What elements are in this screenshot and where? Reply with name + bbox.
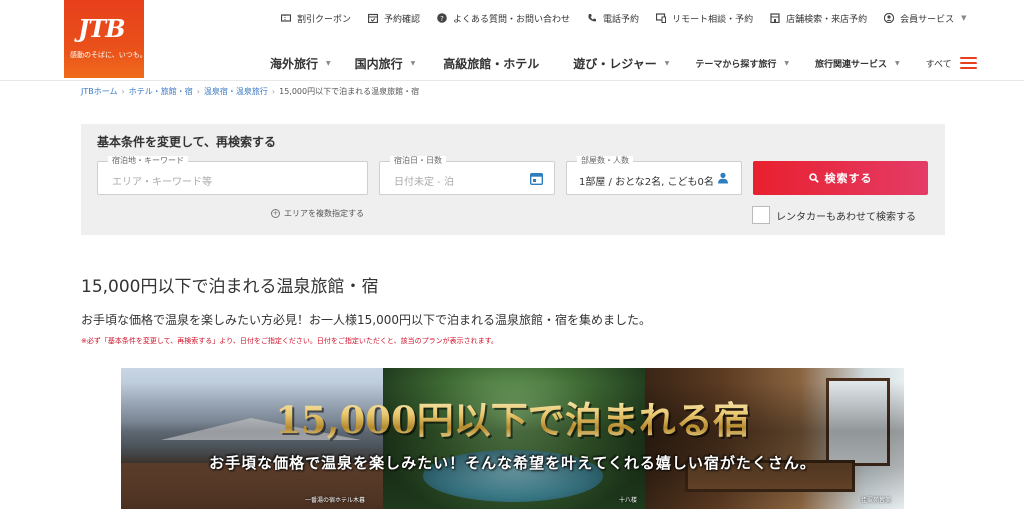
rental-car-label: レンタカーもあわせて検索する: [776, 211, 916, 223]
rooms-guests-value: 1部屋 / おとな2名, こども0名: [579, 177, 714, 188]
util-remote[interactable]: リモート相談・予約: [656, 12, 753, 25]
search-panel: 基本条件を変更して、再検索する 宿泊地・キーワード エリア・キーワード等 宿泊日…: [81, 124, 945, 235]
util-faq-label: よくある質問・お問い合わせ: [453, 14, 571, 25]
banner-caption-left: 一番湯の宿ホテル木暮: [305, 497, 366, 504]
question-icon: ?: [437, 13, 447, 23]
util-faq[interactable]: ? よくある質問・お問い合わせ: [437, 12, 570, 25]
nav-theme-label: テーマから探す旅行: [695, 59, 777, 70]
nav-all-label: すべて: [925, 59, 952, 70]
coupon-icon: [281, 13, 291, 23]
rental-car-option[interactable]: レンタカーもあわせて検索する: [752, 206, 916, 224]
multi-area-link[interactable]: + エリアを複数指定する: [271, 208, 364, 219]
area-keyword-placeholder: エリア・キーワード等: [112, 177, 212, 188]
date-notice: ※必ず「基本条件を変更して、再検索する」より、日付をご指定ください。日付をご指定…: [81, 337, 498, 345]
nav-domestic[interactable]: 国内旅行 ▼: [355, 55, 416, 72]
nav-theme[interactable]: テーマから探す旅行 ▼: [695, 57, 789, 70]
nav-domestic-label: 国内旅行: [354, 56, 403, 71]
logo-mark: JTB: [78, 14, 125, 43]
nav-overseas[interactable]: 海外旅行 ▼: [270, 55, 331, 72]
breadcrumb-hotels[interactable]: ホテル・旅館・宿: [129, 87, 193, 96]
utility-nav: 割引クーポン 予約確認 ? よくある質問・お問い合わせ 電話予約 リモート相談・…: [281, 11, 984, 25]
util-phone[interactable]: 電話予約: [587, 12, 639, 25]
calendar-check-icon: [368, 13, 379, 23]
nav-luxury-label: 高級旅館・ホテル: [443, 56, 540, 71]
jtb-logo[interactable]: JTB 感動のそばに、いつも。: [64, 0, 147, 78]
search-icon: [808, 173, 819, 183]
rental-car-checkbox[interactable]: [752, 206, 770, 224]
nav-all[interactable]: すべて: [926, 57, 977, 70]
util-remote-label: リモート相談・予約: [672, 14, 754, 25]
nav-services[interactable]: 旅行関連サービス ▼: [815, 57, 900, 70]
nav-luxury[interactable]: 高級旅館・ホテル: [443, 55, 539, 72]
nav-overseas-label: 海外旅行: [270, 56, 319, 71]
search-panel-title: 基本条件を変更して、再検索する: [97, 135, 277, 149]
phone-icon: [587, 13, 597, 23]
calendar-icon: [529, 171, 543, 185]
breadcrumb-separator: ›: [121, 87, 125, 96]
chevron-down-icon: ▼: [410, 59, 416, 67]
breadcrumb-current: 15,000円以下で泊まれる温泉旅館・宿: [279, 87, 420, 96]
page-title: 15,000円以下で泊まれる温泉旅館・宿: [81, 277, 379, 297]
banner-caption-center: 十八楼: [619, 497, 638, 504]
rooms-guests-field[interactable]: 部屋数・人数 1部屋 / おとな2名, こども0名: [566, 156, 742, 195]
breadcrumb-separator: ›: [271, 87, 276, 96]
util-booking-check-label: 予約確認: [384, 14, 421, 25]
util-coupon-label: 割引クーポン: [297, 14, 352, 25]
date-label: 宿泊日・日数: [390, 156, 446, 166]
breadcrumb-home[interactable]: JTBホーム: [81, 87, 118, 96]
multi-area-label: エリアを複数指定する: [284, 209, 364, 218]
chevron-down-icon: ▼: [664, 59, 670, 67]
util-store[interactable]: 店舗検索・来店予約: [770, 12, 867, 25]
promo-banner[interactable]: 15,000円以下で泊まれる宿 15,000円以下で泊まれる宿 お手頃な価格で温…: [121, 368, 904, 509]
banner-caption-right: 佳翠苑皆美: [861, 497, 892, 504]
chevron-down-icon: ▼: [326, 59, 331, 67]
breadcrumb-onsen[interactable]: 温泉宿・温泉旅行: [204, 87, 268, 96]
util-member-label: 会員サービス: [900, 14, 955, 25]
nav-leisure-label: 遊び・レジャー: [573, 56, 657, 71]
chevron-down-icon: ▼: [961, 14, 967, 22]
date-placeholder: 日付未定 - 泊: [394, 177, 454, 188]
store-icon: [770, 13, 780, 23]
breadcrumb: JTBホーム › ホテル・旅館・宿 › 温泉宿・温泉旅行 › 15,000円以下で泊まれる温…: [81, 86, 419, 97]
util-member[interactable]: 会員サービス ▼: [884, 12, 967, 25]
user-icon: [884, 13, 895, 23]
svg-text:?: ?: [440, 15, 444, 23]
date-field[interactable]: 宿泊日・日数 日付未定 - 泊: [379, 156, 555, 195]
area-keyword-field[interactable]: 宿泊地・キーワード エリア・キーワード等: [97, 156, 368, 195]
header-divider: [0, 80, 1024, 81]
hamburger-menu-icon: [959, 57, 977, 69]
util-booking-check[interactable]: 予約確認: [368, 12, 420, 25]
main-nav: 海外旅行 ▼ 国内旅行 ▼ 高級旅館・ホテル 遊び・レジャー ▼ テーマから探す…: [270, 55, 977, 71]
person-icon: [716, 171, 730, 185]
chevron-down-icon: ▼: [894, 59, 900, 67]
breadcrumb-separator: ›: [196, 87, 200, 96]
util-store-label: 店舗検索・来店予約: [786, 14, 868, 25]
util-coupon[interactable]: 割引クーポン: [281, 12, 351, 25]
chevron-down-icon: ▼: [784, 59, 789, 67]
page-description: お手頃な価格で温泉を楽しみたい方必見！お一人様15,000円以下で泊まれる温泉旅…: [81, 313, 651, 327]
rooms-guests-label: 部屋数・人数: [577, 156, 633, 166]
logo-tagline: 感動のそばに、いつも。: [70, 51, 147, 59]
search-button[interactable]: 検索する: [753, 161, 928, 195]
search-button-label: 検索する: [824, 172, 873, 185]
banner-headline: 15,000円以下で泊まれる宿: [121, 390, 904, 444]
nav-services-label: 旅行関連サービス: [814, 59, 887, 70]
nav-leisure[interactable]: 遊び・レジャー ▼: [573, 55, 669, 72]
banner-subline: お手頃な価格で温泉を楽しみたい！そんな希望を叶えてくれる嬉しい宿がたくさん。: [209, 454, 816, 472]
plus-circle-icon: +: [271, 209, 280, 218]
util-phone-label: 電話予約: [603, 14, 640, 25]
remote-icon: [656, 13, 667, 23]
area-keyword-label: 宿泊地・キーワード: [108, 156, 188, 166]
